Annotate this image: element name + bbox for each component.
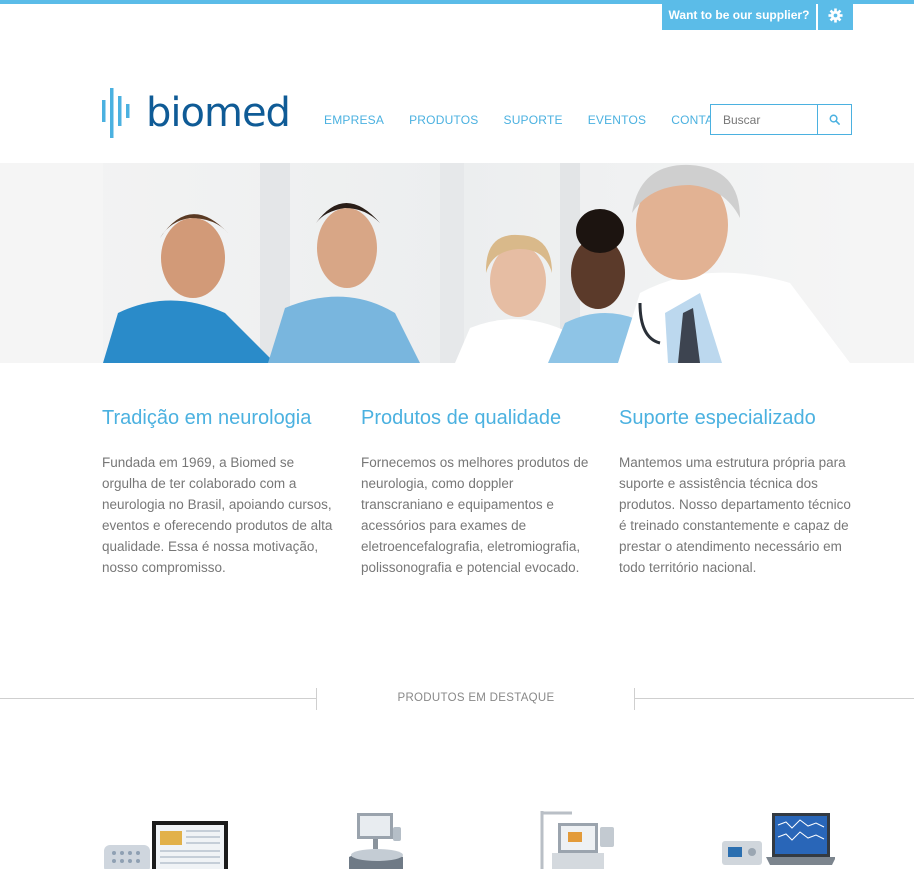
featured-products-title: PRODUTOS EM DESTAQUE	[397, 692, 555, 704]
feature-text: Fornecemos os melhores produtos de neuro…	[361, 455, 589, 575]
feature-title: Tradição em neurologia	[102, 407, 312, 429]
feature-title: Suporte especializado	[619, 407, 816, 429]
featured-product-sleep-lab-unit[interactable]	[532, 805, 622, 869]
search-button[interactable]	[817, 105, 851, 134]
nav-item-produtos[interactable]: PRODUTOS	[409, 113, 478, 127]
supplier-button[interactable]: Want to be our supplier?	[662, 0, 816, 30]
featured-product-eeg-system[interactable]	[102, 805, 232, 869]
featured-product-emg-laptop[interactable]	[720, 805, 835, 869]
nav-item-empresa[interactable]: EMPRESA	[324, 113, 384, 127]
feature-text: Mantemos uma estrutura própria para supo…	[619, 455, 851, 575]
feature-quality: Produtos de qualidade Fornecemos os melh…	[361, 404, 596, 578]
nav-item-eventos[interactable]: EVENTOS	[588, 113, 647, 127]
biomed-logo-mark-icon	[102, 88, 130, 138]
feature-tradition: Tradição em neurologia Fundada em 1969, …	[102, 404, 337, 578]
featured-product-cart-workstation[interactable]	[345, 805, 415, 869]
featured-products-divider: PRODUTOS EM DESTAQUE	[0, 688, 914, 710]
divider-line-right	[635, 698, 914, 699]
divider-tick-left	[316, 688, 317, 710]
search-icon	[829, 114, 840, 125]
feature-title: Produtos de qualidade	[361, 407, 562, 429]
search-box	[710, 104, 852, 135]
nav-item-suporte[interactable]: SUPORTE	[503, 113, 562, 127]
divider-tick-right	[634, 688, 635, 710]
hero-banner-image	[0, 163, 914, 363]
brand-logo[interactable]: biomed	[102, 88, 291, 138]
main-navigation: EMPRESA PRODUTOS SUPORTE EVENTOS CONTATO	[324, 113, 754, 127]
gear-icon	[828, 7, 843, 23]
feature-support: Suporte especializado Mantemos uma estru…	[619, 404, 851, 578]
search-input[interactable]	[711, 105, 817, 134]
feature-text: Fundada em 1969, a Biomed se orgulha de …	[102, 455, 333, 575]
divider-line-left	[0, 698, 316, 699]
settings-button[interactable]	[818, 0, 853, 30]
logo-wordmark: biomed	[146, 90, 291, 136]
supplier-button-label: Want to be our supplier?	[668, 8, 810, 22]
